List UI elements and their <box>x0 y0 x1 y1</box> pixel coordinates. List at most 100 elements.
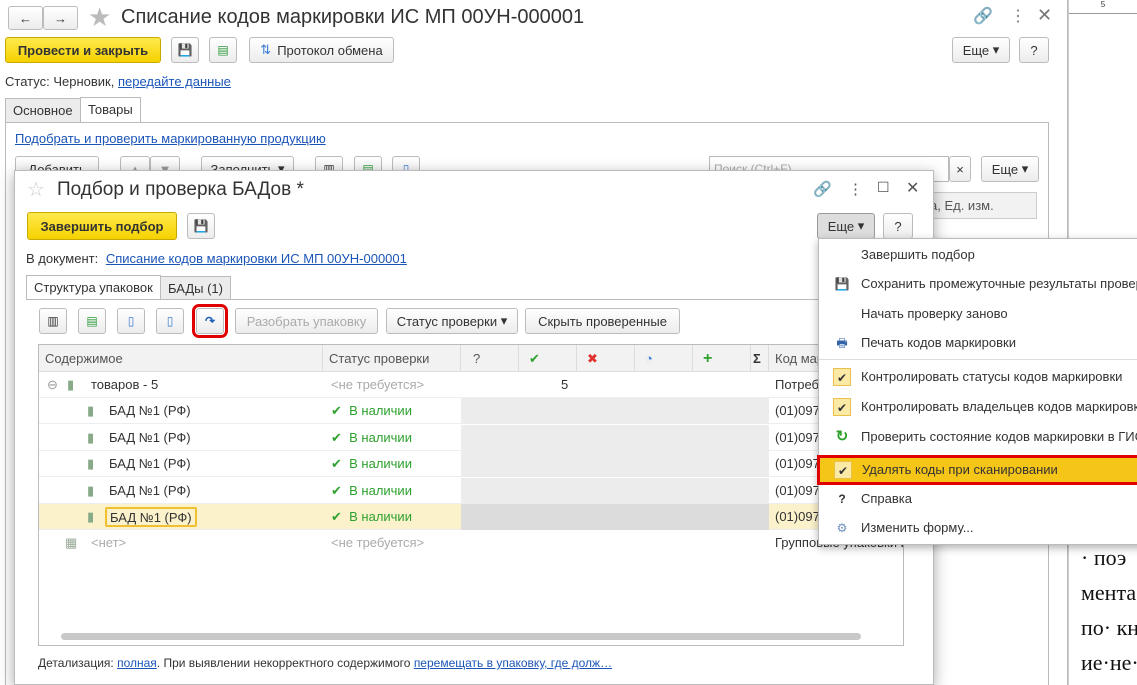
close-icon[interactable]: ✕ <box>1037 5 1052 26</box>
table-row[interactable]: ▮ БАД №1 (РФ) ✔ В наличии (01)097 <box>39 425 903 451</box>
tab-package-structure[interactable]: Структура упаковок <box>26 275 161 300</box>
menu-item-save-intermediate[interactable]: 💾 Сохранить промежуточные результаты пров… <box>819 270 1137 298</box>
bottle-icon: ▮ <box>87 483 95 498</box>
document-line: В документ: Списание кодов маркировки ИС… <box>26 251 407 266</box>
menu-item-print-codes[interactable]: 🖶 Печать кодов маркировки <box>819 329 1137 360</box>
table-row[interactable]: ⊖ ▮ товаров - 5 <не требуется> 5 Потреб <box>39 372 903 398</box>
table-row[interactable]: ▮ БАД №1 (РФ) ✔ В наличии (01)097 <box>39 478 903 504</box>
more-vert-icon[interactable]: ⋮ <box>848 180 863 198</box>
settings-icon: ⚙ <box>836 521 848 535</box>
more-button[interactable]: Еще ▾ <box>952 37 1010 63</box>
tsd-download-icon[interactable]: ▯ <box>156 308 184 334</box>
status-label: Статус: <box>5 74 50 89</box>
menu-item-control-owners[interactable]: ✔ Контролировать владельцев кодов маркиро… <box>819 393 1137 421</box>
more-button[interactable]: Еще ▾ <box>817 213 875 239</box>
row-code: (01)097 <box>775 430 820 445</box>
more-dropdown-menu: Завершить подбор 💾 Сохранить промежуточны… <box>817 238 1137 545</box>
menu-item-change-form[interactable]: ⚙ Изменить форму... <box>819 514 1137 542</box>
checkmark-icon: ✔ <box>833 398 851 416</box>
collapse-icon[interactable]: ⊖ <box>47 372 58 398</box>
pick-and-check-link[interactable]: Подобрать и проверить маркированную прод… <box>15 131 326 146</box>
row-counts <box>461 398 769 424</box>
checkmark-icon: ✔ <box>833 368 851 386</box>
bottle-icon: ▮ <box>87 456 95 471</box>
detail-text: . При выявлении некорректного содержимог… <box>156 656 411 670</box>
post-and-close-button[interactable]: Провести и закрыть <box>5 37 161 63</box>
row-code: (01)097 <box>775 456 820 471</box>
help-button[interactable]: ? <box>883 213 913 239</box>
menu-item-help[interactable]: ? Справка <box>819 485 1137 513</box>
more-label: Еще <box>991 161 1019 177</box>
doc-line: по· кн <box>1081 615 1137 640</box>
packages-grid: Содержимое Статус проверки ? ✔ ✖ ◔ + Σ К… <box>38 344 904 646</box>
menu-item-control-statuses[interactable]: ✔ Контролировать статусы кодов маркировки <box>819 363 1137 391</box>
row-status: <не требуется> <box>331 535 425 550</box>
post-icon[interactable]: ▤ <box>209 37 237 63</box>
forward-button[interactable]: → <box>43 6 78 30</box>
save-icon[interactable]: 💾 <box>187 213 215 239</box>
send-data-link[interactable]: передайте данные <box>118 74 231 89</box>
hide-checked-button[interactable]: Скрыть проверенные <box>525 308 680 334</box>
row-code: (01)097 <box>775 509 820 524</box>
menu-item-check-gis[interactable]: ↻ Проверить состояние кодов маркировки в … <box>819 423 1137 451</box>
goods-more-button[interactable]: Еще ▾ <box>981 156 1039 182</box>
column-unknown: ? <box>461 345 519 372</box>
row-status: ✔ В наличии <box>331 430 412 445</box>
column-error-icon: ✖ <box>577 345 635 372</box>
menu-item-finish[interactable]: Завершить подбор <box>819 241 1137 269</box>
link-icon[interactable]: 🔗 <box>973 6 993 26</box>
column-pending-icon: ◔ <box>635 345 693 372</box>
doc-line: · поэ <box>1081 545 1127 570</box>
package-icon: ▦ <box>65 535 78 550</box>
move-arrow-icon[interactable]: ↷ <box>192 304 228 338</box>
column-total-icon: Σ <box>751 345 769 372</box>
column-unit: а, Ед. изм. <box>930 198 994 213</box>
help-button[interactable]: ? <box>1019 37 1049 63</box>
row-name: товаров - 5 <box>91 377 159 392</box>
document-link[interactable]: Списание кодов маркировки ИС МП 00УН-000… <box>106 251 407 266</box>
row-name: БАД №1 (РФ) <box>109 483 191 498</box>
tab-goods[interactable]: Товары <box>80 97 141 123</box>
link-icon[interactable]: 🔗 <box>813 180 832 198</box>
status-value: Черновик, <box>53 74 115 89</box>
move-to-package-link[interactable]: перемещать в упаковку, где долж… <box>414 656 612 670</box>
back-button[interactable]: ← <box>8 6 43 30</box>
favorite-star-icon[interactable]: ★ <box>88 2 111 33</box>
menu-item-restart-check[interactable]: Начать проверку заново <box>819 300 1137 328</box>
row-status: ✔ В наличии <box>331 509 412 524</box>
help-icon: ? <box>838 492 846 506</box>
grid-header: Содержимое Статус проверки ? ✔ ✖ ◔ + Σ К… <box>39 345 903 372</box>
save-icon[interactable]: 💾 <box>171 37 199 63</box>
row-name[interactable]: БАД №1 (РФ) <box>105 507 197 527</box>
barcode-search-icon[interactable]: ▥ <box>39 308 67 334</box>
clear-search-button[interactable]: × <box>949 156 971 182</box>
load-table-icon[interactable]: ▤ <box>78 308 106 334</box>
exchange-protocol-label: Протокол обмена <box>277 42 383 58</box>
detail-full-link[interactable]: полная <box>117 656 157 670</box>
table-row-selected[interactable]: ▮ БАД №1 (РФ) ✔ В наличии (01)097 <box>39 504 903 530</box>
row-status: ✔ В наличии <box>331 483 412 498</box>
tab-supplements[interactable]: БАДы (1) <box>160 276 231 300</box>
maximize-icon[interactable]: ☐ <box>877 179 890 196</box>
finish-picking-button[interactable]: Завершить подбор <box>27 212 177 240</box>
exchange-protocol-button[interactable]: ⇅ Протокол обмена <box>249 37 394 63</box>
table-row[interactable]: ▮ БАД №1 (РФ) ✔ В наличии (01)097 <box>39 398 903 424</box>
unpack-button[interactable]: Разобрать упаковку <box>235 308 378 334</box>
row-counts <box>461 504 769 530</box>
bottle-icon: ▮ <box>87 403 95 418</box>
table-row[interactable]: ▦ <нет> <не требуется> Групповые упаковк… <box>39 530 903 556</box>
document-label: В документ: <box>26 251 99 266</box>
more-label: Еще <box>827 218 855 234</box>
column-content: Содержимое <box>39 345 323 372</box>
row-code: (01)097 <box>775 403 820 418</box>
menu-item-delete-on-scan[interactable]: ✔ Удалять коды при сканировании <box>817 455 1137 485</box>
tsd-upload-icon[interactable]: ▯ <box>117 308 145 334</box>
row-status: <не требуется> <box>331 377 425 392</box>
check-status-button[interactable]: Статус проверки ▾ <box>386 308 518 334</box>
tab-main[interactable]: Основное <box>5 98 81 122</box>
table-row[interactable]: ▮ БАД №1 (РФ) ✔ В наличии (01)097 <box>39 451 903 477</box>
close-icon[interactable]: ✕ <box>906 178 919 198</box>
more-vert-icon[interactable]: ⋮ <box>1010 6 1026 26</box>
favorite-star-icon[interactable]: ☆ <box>27 177 45 202</box>
horizontal-scrollbar[interactable] <box>61 633 861 640</box>
